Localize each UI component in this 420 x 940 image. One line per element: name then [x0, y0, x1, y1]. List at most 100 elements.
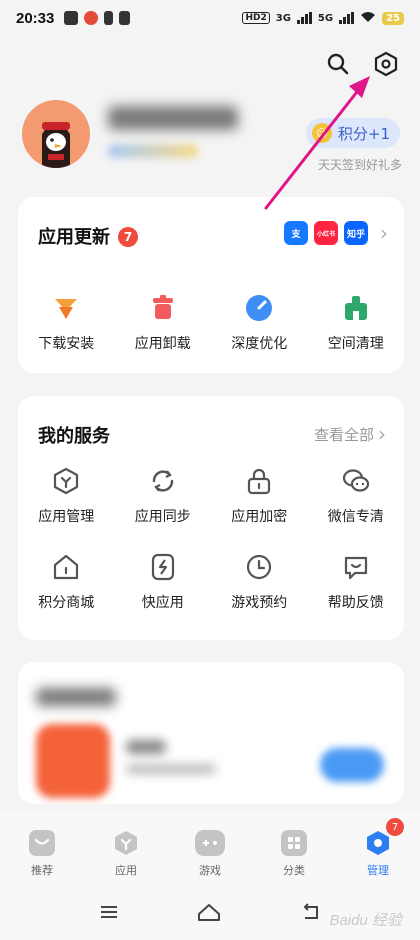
home-icon[interactable]: [197, 902, 221, 926]
update-tools-grid: 下载安装 应用卸载 深度优化 空间清理: [18, 293, 404, 353]
app-manage-icon: [51, 466, 81, 496]
promo-install-button[interactable]: [320, 748, 384, 782]
watermark: Baidu 经验: [329, 912, 402, 929]
see-all-button[interactable]: 查看全部 ›: [314, 422, 386, 446]
app-update-title: 应用更新: [38, 227, 110, 248]
service-label: 游戏预约: [231, 595, 288, 611]
nav-manage[interactable]: 7 管理: [336, 812, 420, 888]
tool-label: 深度优化: [231, 336, 288, 352]
feedback-icon: [341, 552, 371, 582]
tool-label: 空间清理: [327, 336, 384, 352]
service-wechat-clean[interactable]: 微信专清: [308, 466, 405, 526]
nav-category[interactable]: 分类: [252, 812, 336, 888]
nav-recommend[interactable]: 推荐: [0, 812, 84, 888]
chevron-right-icon: ›: [378, 422, 386, 446]
uninstall-trash-icon: [148, 293, 178, 323]
notification-icons: [64, 11, 131, 25]
weibo-notification-icon: [84, 11, 99, 25]
sim-notification-icon: [119, 11, 131, 25]
app-update-card: 应用更新 7 支 小红书 知乎 › 下载安装 应用卸载 深度优化 空间清理: [18, 197, 404, 373]
settings-hexagon-icon: [374, 51, 398, 77]
app-update-header[interactable]: 应用更新 7: [38, 223, 138, 249]
header-actions: [324, 50, 400, 78]
service-game-reserve[interactable]: 游戏预约: [211, 552, 308, 612]
avatar-penguin-icon: [42, 122, 70, 168]
xiaohongshu-app-icon: 小红书: [314, 221, 338, 245]
service-label: 应用管理: [38, 509, 95, 525]
category-icon: [281, 830, 307, 856]
menu-icon[interactable]: [99, 904, 119, 924]
promo-card: [18, 662, 404, 804]
profile-section: ☺ 积分+1 天天签到好礼多: [22, 100, 402, 172]
nav-label: 分类: [283, 864, 305, 877]
recommend-icon: [29, 830, 55, 856]
clean-broom-icon: [341, 293, 371, 323]
nav-games[interactable]: 游戏: [168, 812, 252, 888]
services-grid-row1: 应用管理 应用同步 应用加密 微信专清: [18, 466, 404, 526]
service-app-manage[interactable]: 应用管理: [18, 466, 115, 526]
tool-download-install[interactable]: 下载安装: [18, 293, 115, 353]
services-title: 我的服务: [38, 426, 110, 447]
status-time: 20:33: [16, 9, 55, 27]
network-3g: 3G: [275, 12, 291, 24]
gamepad-icon: [195, 830, 225, 856]
promo-title-blurred: [36, 688, 116, 706]
points-button[interactable]: ☺ 积分+1: [305, 118, 400, 148]
zhihu-app-icon: 知乎: [344, 221, 368, 245]
phone-notification-icon: [104, 11, 114, 25]
pending-update-apps[interactable]: 支 小红书 知乎 ›: [284, 221, 388, 245]
service-label: 应用加密: [231, 509, 288, 525]
quick-app-icon: [148, 552, 178, 582]
promo-app-desc-blurred: [126, 764, 216, 774]
manage-icon: [365, 830, 391, 856]
service-points-mall[interactable]: 积分商城: [18, 552, 115, 612]
coin-smile-icon: ☺: [311, 123, 332, 143]
nav-label: 游戏: [199, 864, 221, 877]
bottom-nav: 推荐 应用 游戏 分类 7 管理: [0, 812, 420, 888]
service-label: 快应用: [141, 595, 184, 611]
promo-app-name-blurred: [126, 740, 166, 754]
status-right: HD2 3G 5G 25: [242, 11, 404, 26]
tool-label: 应用卸载: [134, 336, 191, 352]
service-help-feedback[interactable]: 帮助反馈: [308, 552, 405, 612]
apps-icon: [113, 830, 139, 856]
my-services-card: 我的服务 查看全部 › 应用管理 应用同步 应用加密 微信专清 积分商城 快应用…: [18, 396, 404, 640]
alipay-app-icon: 支: [284, 221, 308, 245]
points-hint: 天天签到好礼多: [317, 158, 402, 172]
wechat-clean-icon: [341, 466, 371, 496]
tool-label: 下载安装: [38, 336, 95, 352]
wifi-icon: [360, 11, 376, 26]
download-install-icon: [51, 293, 81, 323]
system-nav-bar: Baidu 经验: [0, 888, 420, 940]
settings-button[interactable]: [372, 50, 400, 78]
service-label: 微信专清: [327, 509, 384, 525]
status-bar: 20:33 HD2 3G 5G 25: [0, 0, 420, 36]
username-blurred: [108, 106, 238, 130]
services-grid-row2: 积分商城 快应用 游戏预约 帮助反馈: [18, 552, 404, 612]
search-button[interactable]: [324, 50, 352, 78]
points-label: 积分+1: [337, 124, 390, 143]
tool-uninstall[interactable]: 应用卸载: [115, 293, 212, 353]
sync-icon: [148, 466, 178, 496]
notification-app-icon: [64, 11, 79, 25]
service-quick-app[interactable]: 快应用: [115, 552, 212, 612]
service-label: 帮助反馈: [327, 595, 384, 611]
battery-level: 25: [382, 11, 404, 25]
search-icon: [327, 53, 349, 75]
back-icon[interactable]: [299, 903, 321, 925]
tool-space-clean[interactable]: 空间清理: [308, 293, 405, 353]
promo-app-icon[interactable]: [36, 724, 110, 798]
update-count-badge: 7: [118, 227, 138, 247]
nav-label: 管理: [367, 864, 389, 877]
network-5g: 5G: [317, 12, 334, 24]
service-app-sync[interactable]: 应用同步: [115, 466, 212, 526]
nav-label: 推荐: [31, 864, 53, 877]
see-all-label: 查看全部: [313, 425, 374, 444]
chevron-right-icon: ›: [380, 221, 388, 245]
manage-badge: 7: [386, 818, 404, 836]
nav-apps[interactable]: 应用: [84, 812, 168, 888]
points-mall-icon: [51, 552, 81, 582]
avatar[interactable]: [22, 100, 90, 168]
service-app-lock[interactable]: 应用加密: [211, 466, 308, 526]
tool-deep-optimize[interactable]: 深度优化: [211, 293, 308, 353]
